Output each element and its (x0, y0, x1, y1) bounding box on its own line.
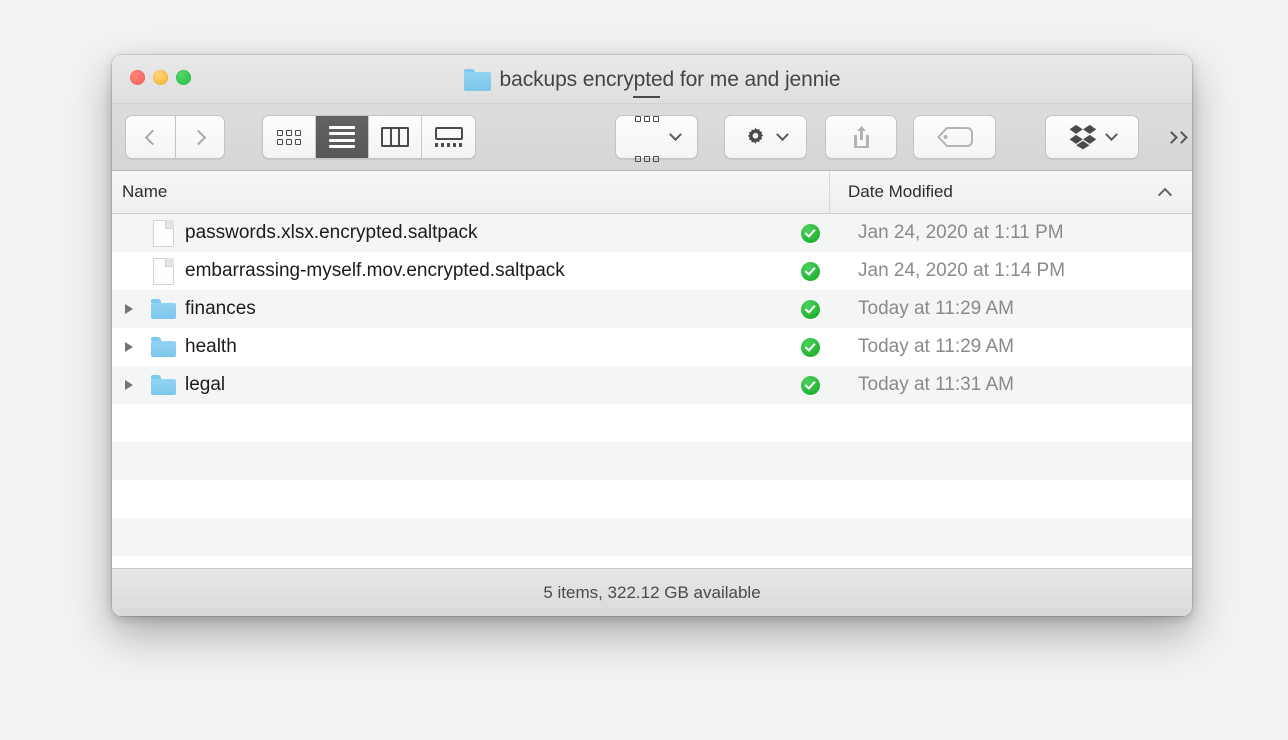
status-bar-text: 5 items, 322.12 GB available (543, 582, 761, 602)
forward-button[interactable] (175, 115, 225, 159)
sync-status-badge (780, 299, 840, 319)
dropbox-button[interactable] (1045, 115, 1139, 159)
table-row[interactable]: passwords.xlsx.encrypted.saltpack Jan 24… (112, 214, 1192, 252)
column-header-date-label: Date Modified (848, 182, 953, 201)
arrange-button[interactable] (615, 96, 698, 162)
gallery-icon (434, 127, 463, 147)
empty-row (112, 518, 1192, 556)
file-date-modified: Jan 24, 2020 at 1:14 PM (858, 260, 1066, 281)
sync-status-badge (780, 337, 840, 357)
file-date-modified: Today at 11:31 AM (858, 374, 1014, 395)
share-icon (853, 126, 869, 148)
chevron-left-icon (144, 129, 160, 145)
document-icon (146, 257, 180, 285)
back-button[interactable] (125, 115, 175, 159)
file-date-modified: Today at 11:29 AM (858, 298, 1014, 319)
folder-icon (146, 299, 180, 319)
disclosure-triangle[interactable] (112, 304, 146, 314)
empty-row (112, 556, 1192, 568)
share-button[interactable] (825, 115, 897, 159)
empty-row (112, 442, 1192, 480)
table-row[interactable]: finances Today at 11:29 AM (112, 290, 1192, 328)
table-row[interactable]: legal Today at 11:31 AM (112, 366, 1192, 404)
gallery-view-button[interactable] (422, 116, 475, 158)
sort-ascending-icon (1157, 187, 1173, 202)
file-list[interactable]: passwords.xlsx.encrypted.saltpack Jan 24… (112, 214, 1192, 568)
grid-icon (277, 129, 301, 145)
table-row[interactable]: health Today at 11:29 AM (112, 328, 1192, 366)
gear-icon (744, 126, 767, 149)
list-icon (329, 125, 355, 149)
document-icon (146, 219, 180, 247)
columns-icon (381, 127, 409, 147)
sync-status-badge (780, 223, 840, 243)
column-header-date-modified[interactable]: Date Modified (830, 171, 1192, 213)
disclosure-triangle[interactable] (112, 380, 146, 390)
file-name: passwords.xlsx.encrypted.saltpack (185, 222, 478, 243)
tags-button[interactable] (913, 115, 996, 159)
traffic-lights (130, 70, 191, 85)
empty-row (112, 404, 1192, 442)
arrange-icon (633, 96, 660, 178)
chevron-right-icon (190, 129, 207, 145)
more-toolbar-items-button[interactable] (1154, 115, 1192, 159)
tag-icon (936, 127, 973, 147)
file-name: health (185, 336, 237, 357)
column-view-button[interactable] (369, 116, 422, 158)
list-view-button[interactable] (316, 116, 369, 158)
column-header-name-label: Name (122, 182, 168, 201)
sync-status-badge (780, 375, 840, 395)
toolbar (112, 96, 1192, 171)
file-name: finances (185, 298, 256, 319)
table-row[interactable]: embarrassing-myself.mov.encrypted.saltpa… (112, 252, 1192, 290)
maximize-button[interactable] (176, 70, 191, 85)
file-name: embarrassing-myself.mov.encrypted.saltpa… (185, 260, 565, 281)
action-button[interactable] (724, 115, 807, 159)
icon-view-button[interactable] (263, 116, 316, 158)
window-title-text: backups encrypted for me and jennie (499, 67, 841, 91)
file-date-modified: Today at 11:29 AM (858, 336, 1014, 357)
file-name: legal (185, 374, 226, 395)
folder-icon (146, 337, 180, 357)
minimize-button[interactable] (153, 70, 168, 85)
chevron-double-right-icon (1174, 130, 1188, 144)
folder-icon (146, 375, 180, 395)
chevron-down-icon (669, 127, 682, 141)
file-date-modified: Jan 24, 2020 at 1:11 PM (858, 222, 1064, 243)
chevron-down-icon (776, 127, 789, 141)
view-mode-segmented-control (262, 115, 476, 159)
finder-window: backups encrypted for me and jennie Name… (112, 55, 1192, 616)
disclosure-triangle[interactable] (112, 342, 146, 352)
folder-icon (463, 68, 491, 91)
chevron-down-icon (1104, 127, 1118, 141)
status-bar: 5 items, 322.12 GB available (112, 568, 1192, 616)
sync-status-badge (780, 261, 840, 281)
column-header-name[interactable]: Name (112, 171, 830, 213)
empty-row (112, 480, 1192, 518)
dropbox-icon (1069, 124, 1096, 150)
close-button[interactable] (130, 70, 145, 85)
